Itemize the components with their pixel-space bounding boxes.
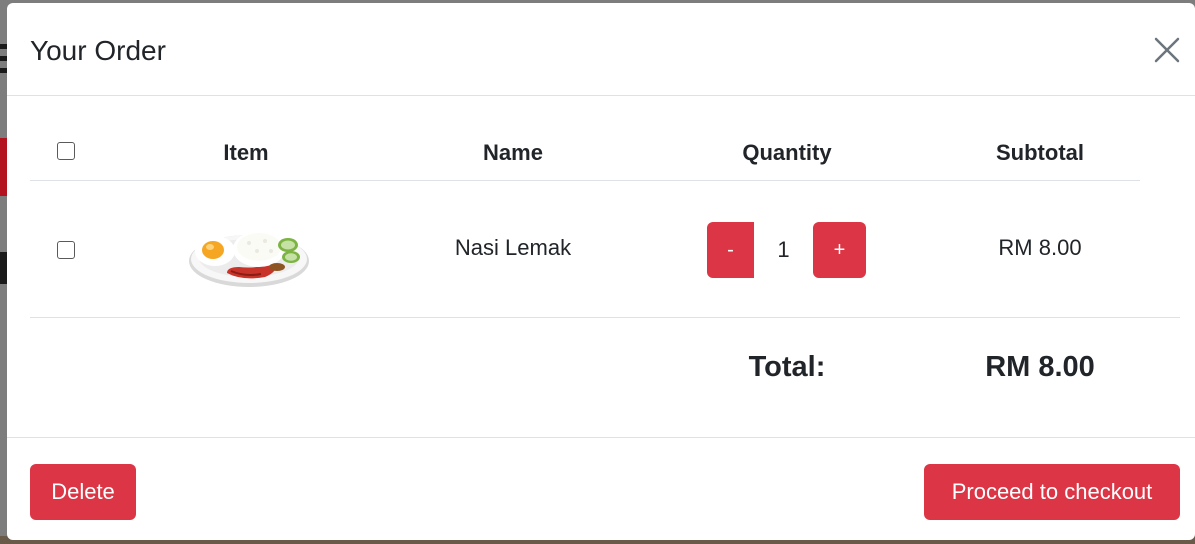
background-banner: [0, 138, 7, 196]
select-all-checkbox[interactable]: [57, 142, 75, 160]
table-row: Nasi Lemak - 1 + RM 8.00: [30, 181, 1180, 318]
column-header-subtotal: Subtotal: [996, 140, 1084, 165]
column-header-item: Item: [223, 140, 269, 165]
close-icon[interactable]: [1151, 34, 1183, 66]
item-subtotal: RM 8.00: [998, 235, 1082, 260]
delete-button[interactable]: Delete: [30, 464, 136, 520]
proceed-to-checkout-button[interactable]: Proceed to checkout: [924, 464, 1180, 520]
modal-header: Your Order: [7, 3, 1195, 96]
order-modal: Your Order Item Name Quantity Subtotal N…: [7, 3, 1195, 540]
quantity-value: 1: [777, 237, 790, 262]
modal-title: Your Order: [30, 35, 166, 66]
background-menu-icon: [0, 44, 7, 74]
nasi-lemak-image: [189, 231, 309, 287]
total-label: Total:: [748, 351, 826, 383]
total-value: RM 8.00: [985, 351, 1095, 383]
row-select-checkbox[interactable]: [57, 241, 75, 259]
column-header-quantity: Quantity: [742, 140, 832, 165]
decrease-quantity-button[interactable]: -: [707, 222, 754, 278]
item-name: Nasi Lemak: [454, 235, 572, 260]
column-header-name: Name: [483, 140, 543, 165]
background-heading-fragment: [0, 252, 7, 284]
table-header-row: Item Name Quantity Subtotal: [30, 96, 1140, 181]
increase-quantity-button[interactable]: +: [813, 222, 866, 278]
modal-footer: Delete Proceed to checkout: [7, 437, 1195, 540]
